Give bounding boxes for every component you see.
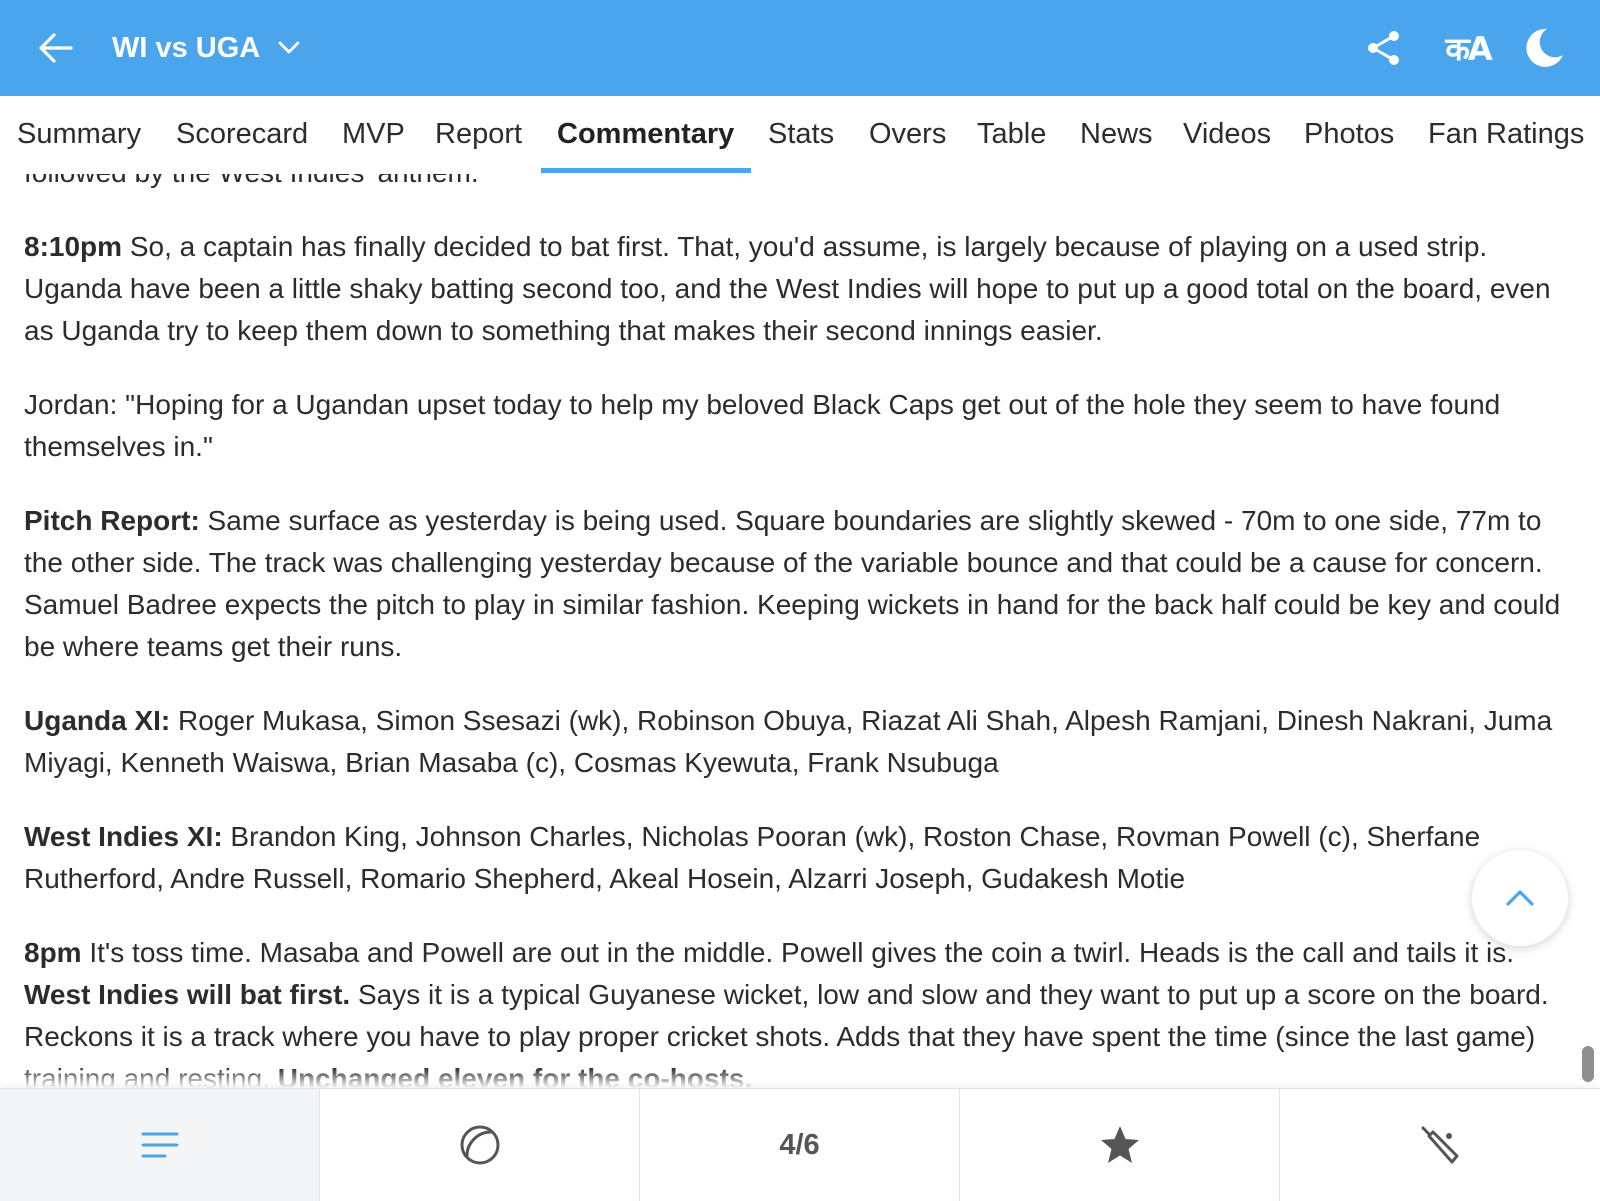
bottom-nav-ball[interactable] bbox=[320, 1089, 640, 1201]
tab-stats[interactable]: Stats bbox=[768, 118, 834, 151]
cricket-bat-icon bbox=[1421, 1126, 1458, 1164]
star-icon bbox=[1100, 1126, 1139, 1163]
dark-mode-moon-icon[interactable] bbox=[1522, 26, 1566, 70]
bottom-nav-batting[interactable] bbox=[1280, 1089, 1599, 1201]
chevron-down-icon bbox=[278, 41, 300, 54]
tab-fan-ratings[interactable]: Fan Ratings bbox=[1428, 118, 1584, 151]
commentary-time: 8pm bbox=[24, 937, 82, 968]
commentary-time: 8:10pm bbox=[24, 231, 123, 262]
match-title: WI vs UGA bbox=[112, 31, 261, 64]
bottom-nav-page-counter[interactable]: 4/6 bbox=[640, 1089, 960, 1201]
share-icon[interactable] bbox=[1362, 26, 1406, 70]
tab-mvp[interactable]: MVP bbox=[342, 118, 405, 151]
tab-report[interactable]: Report bbox=[435, 118, 522, 151]
ball-icon bbox=[460, 1125, 499, 1165]
bottom-nav-favorites[interactable] bbox=[960, 1089, 1280, 1201]
bottom-nav: 4/6 bbox=[0, 1088, 1600, 1201]
menu-lines-icon bbox=[141, 1132, 178, 1158]
commentary-item: 8:10pm So, a captain has finally decided… bbox=[24, 231, 1551, 346]
commentary-heading: Pitch Report: bbox=[24, 505, 200, 536]
tab-bar: Summary Scorecard MVP Report Commentary … bbox=[0, 96, 1600, 174]
scrollbar-thumb[interactable] bbox=[1582, 1046, 1594, 1082]
tab-overs[interactable]: Overs bbox=[869, 118, 946, 151]
commentary-feed[interactable]: followed by the West Indies' anthem. 8:1… bbox=[0, 174, 1600, 1088]
commentary-item: followed by the West Indies' anthem. bbox=[24, 174, 1576, 194]
chevron-up-icon bbox=[1506, 890, 1534, 906]
tab-scorecard[interactable]: Scorecard bbox=[176, 118, 308, 151]
commentary-heading: Uganda XI: bbox=[24, 705, 171, 736]
commentary-item: Jordan: "Hoping for a Ugandan upset toda… bbox=[24, 389, 1501, 462]
bottom-nav-commentary[interactable] bbox=[0, 1089, 320, 1201]
commentary-heading: West Indies XI: bbox=[24, 821, 223, 852]
page-counter: 4/6 bbox=[779, 1128, 820, 1161]
language-icon[interactable]: कA bbox=[1438, 26, 1498, 70]
tab-commentary[interactable]: Commentary bbox=[557, 118, 734, 151]
commentary-item: West Indies XI: Brandon King, Johnson Ch… bbox=[24, 821, 1481, 894]
tab-videos[interactable]: Videos bbox=[1183, 118, 1271, 151]
match-title-dropdown[interactable]: WI vs UGA bbox=[112, 26, 300, 70]
commentary-item: Uganda XI: Roger Mukasa, Simon Ssesazi (… bbox=[24, 705, 1553, 778]
commentary-item: 8pm It's toss time. Masaba and Powell ar… bbox=[24, 937, 1549, 1088]
commentary-item: Pitch Report: Same surface as yesterday … bbox=[24, 505, 1561, 662]
tab-news[interactable]: News bbox=[1080, 118, 1153, 151]
active-tab-indicator bbox=[541, 168, 751, 173]
tab-photos[interactable]: Photos bbox=[1304, 118, 1394, 151]
back-arrow-icon[interactable] bbox=[38, 30, 74, 66]
scroll-to-top-button[interactable] bbox=[1472, 850, 1568, 946]
tab-summary[interactable]: Summary bbox=[17, 118, 141, 151]
tab-table[interactable]: Table bbox=[977, 118, 1046, 151]
content-fade bbox=[0, 1068, 1600, 1088]
app-bar: WI vs UGA कA bbox=[0, 0, 1600, 96]
